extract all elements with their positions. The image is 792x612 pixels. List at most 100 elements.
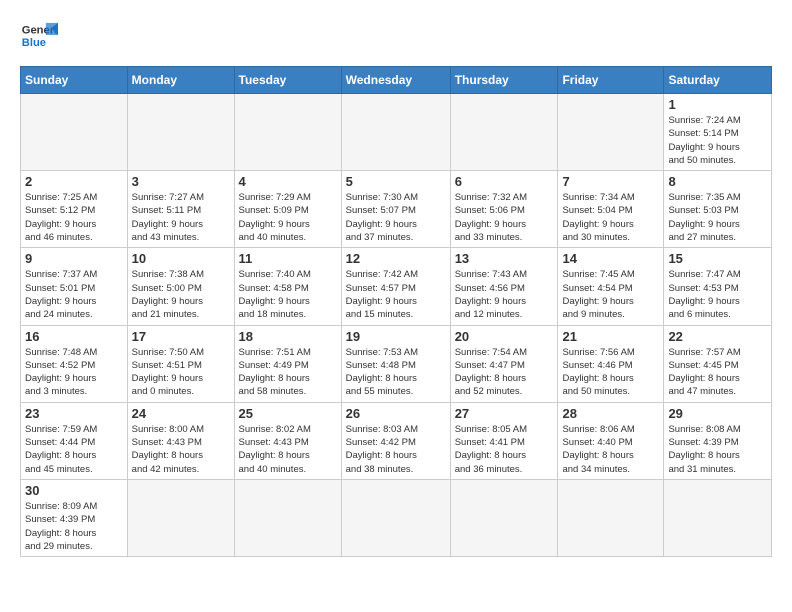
weekday-header-wednesday: Wednesday <box>341 67 450 94</box>
calendar-cell: 18Sunrise: 7:51 AM Sunset: 4:49 PM Dayli… <box>234 325 341 402</box>
day-number: 2 <box>25 174 123 189</box>
calendar-cell <box>341 479 450 556</box>
day-number: 11 <box>239 251 337 266</box>
day-number: 8 <box>668 174 767 189</box>
calendar-cell: 1 Sunrise: 7:24 AM Sunset: 5:14 PM Daylig… <box>664 94 772 171</box>
day-number: 16 <box>25 329 123 344</box>
week-row-6: 30 Sunrise: 8:09 AM Sunset: 4:39 PM Dayli… <box>21 479 772 556</box>
day-info: Sunrise: 8:02 AM Sunset: 4:43 PM Dayligh… <box>239 423 337 476</box>
day-info: Sunrise: 8:08 AM Sunset: 4:39 PM Dayligh… <box>668 423 767 476</box>
calendar-cell <box>21 94 128 171</box>
calendar-cell: 24Sunrise: 8:00 AM Sunset: 4:43 PM Dayli… <box>127 402 234 479</box>
day-number: 22 <box>668 329 767 344</box>
day-info: Sunrise: 7:42 AM Sunset: 4:57 PM Dayligh… <box>346 268 446 321</box>
header: General Blue <box>20 16 772 54</box>
weekday-header-friday: Friday <box>558 67 664 94</box>
calendar-cell: 17Sunrise: 7:50 AM Sunset: 4:51 PM Dayli… <box>127 325 234 402</box>
calendar-cell: 11 Sunrise: 7:40 AM Sunset: 4:58 PM Dayli… <box>234 248 341 325</box>
calendar-cell: 20Sunrise: 7:54 AM Sunset: 4:47 PM Dayli… <box>450 325 558 402</box>
calendar-cell <box>234 479 341 556</box>
calendar-table: SundayMondayTuesdayWednesdayThursdayFrid… <box>20 66 772 557</box>
day-number: 9 <box>25 251 123 266</box>
calendar-cell: 15 Sunrise: 7:47 AM Sunset: 4:53 PM Dayli… <box>664 248 772 325</box>
calendar-cell: 27 Sunrise: 8:05 AM Sunset: 4:41 PM Dayli… <box>450 402 558 479</box>
day-number: 12 <box>346 251 446 266</box>
day-number: 29 <box>668 406 767 421</box>
day-number: 21 <box>562 329 659 344</box>
day-number: 7 <box>562 174 659 189</box>
calendar-cell: 30 Sunrise: 8:09 AM Sunset: 4:39 PM Dayli… <box>21 479 128 556</box>
week-row-4: 16 Sunrise: 7:48 AM Sunset: 4:52 PM Dayli… <box>21 325 772 402</box>
day-number: 13 <box>455 251 554 266</box>
calendar-cell <box>127 94 234 171</box>
day-number: 30 <box>25 483 123 498</box>
weekday-header-sunday: Sunday <box>21 67 128 94</box>
calendar-cell <box>127 479 234 556</box>
day-info: Sunrise: 8:00 AM Sunset: 4:43 PM Dayligh… <box>132 423 230 476</box>
day-number: 6 <box>455 174 554 189</box>
calendar-cell <box>558 94 664 171</box>
day-number: 15 <box>668 251 767 266</box>
day-number: 19 <box>346 329 446 344</box>
day-info: Sunrise: 7:35 AM Sunset: 5:03 PM Dayligh… <box>668 191 767 244</box>
day-info: Sunrise: 7:29 AM Sunset: 5:09 PM Dayligh… <box>239 191 337 244</box>
logo-icon: General Blue <box>20 16 58 54</box>
calendar-cell <box>450 479 558 556</box>
day-number: 26 <box>346 406 446 421</box>
calendar-cell: 9Sunrise: 7:37 AM Sunset: 5:01 PM Daylig… <box>21 248 128 325</box>
day-info: Sunrise: 7:47 AM Sunset: 4:53 PM Dayligh… <box>668 268 767 321</box>
calendar-cell: 19Sunrise: 7:53 AM Sunset: 4:48 PM Dayli… <box>341 325 450 402</box>
calendar-cell: 2 Sunrise: 7:25 AM Sunset: 5:12 PM Daylig… <box>21 171 128 248</box>
day-number: 20 <box>455 329 554 344</box>
day-number: 3 <box>132 174 230 189</box>
day-info: Sunrise: 7:40 AM Sunset: 4:58 PM Dayligh… <box>239 268 337 321</box>
calendar-cell: 7 Sunrise: 7:34 AM Sunset: 5:04 PM Daylig… <box>558 171 664 248</box>
day-number: 4 <box>239 174 337 189</box>
calendar-cell: 8 Sunrise: 7:35 AM Sunset: 5:03 PM Daylig… <box>664 171 772 248</box>
weekday-header-row: SundayMondayTuesdayWednesdayThursdayFrid… <box>21 67 772 94</box>
day-number: 1 <box>668 97 767 112</box>
calendar-cell <box>234 94 341 171</box>
day-info: Sunrise: 7:24 AM Sunset: 5:14 PM Dayligh… <box>668 114 767 167</box>
calendar-cell: 22Sunrise: 7:57 AM Sunset: 4:45 PM Dayli… <box>664 325 772 402</box>
calendar-cell: 6 Sunrise: 7:32 AM Sunset: 5:06 PM Daylig… <box>450 171 558 248</box>
calendar-cell: 13 Sunrise: 7:43 AM Sunset: 4:56 PM Dayli… <box>450 248 558 325</box>
day-info: Sunrise: 7:34 AM Sunset: 5:04 PM Dayligh… <box>562 191 659 244</box>
weekday-header-saturday: Saturday <box>664 67 772 94</box>
calendar-cell: 23Sunrise: 7:59 AM Sunset: 4:44 PM Dayli… <box>21 402 128 479</box>
calendar-cell: 21Sunrise: 7:56 AM Sunset: 4:46 PM Dayli… <box>558 325 664 402</box>
day-info: Sunrise: 8:05 AM Sunset: 4:41 PM Dayligh… <box>455 423 554 476</box>
calendar-cell: 14 Sunrise: 7:45 AM Sunset: 4:54 PM Dayli… <box>558 248 664 325</box>
day-number: 5 <box>346 174 446 189</box>
calendar-cell <box>664 479 772 556</box>
day-number: 25 <box>239 406 337 421</box>
day-info: Sunrise: 7:59 AM Sunset: 4:44 PM Dayligh… <box>25 423 123 476</box>
day-info: Sunrise: 8:06 AM Sunset: 4:40 PM Dayligh… <box>562 423 659 476</box>
week-row-2: 2 Sunrise: 7:25 AM Sunset: 5:12 PM Daylig… <box>21 171 772 248</box>
calendar-cell: 10Sunrise: 7:38 AM Sunset: 5:00 PM Dayli… <box>127 248 234 325</box>
svg-text:Blue: Blue <box>22 37 46 49</box>
day-number: 14 <box>562 251 659 266</box>
calendar-cell: 4 Sunrise: 7:29 AM Sunset: 5:09 PM Daylig… <box>234 171 341 248</box>
calendar-cell: 16 Sunrise: 7:48 AM Sunset: 4:52 PM Dayli… <box>21 325 128 402</box>
day-info: Sunrise: 7:38 AM Sunset: 5:00 PM Dayligh… <box>132 268 230 321</box>
day-number: 17 <box>132 329 230 344</box>
calendar-cell <box>558 479 664 556</box>
day-info: Sunrise: 7:43 AM Sunset: 4:56 PM Dayligh… <box>455 268 554 321</box>
day-info: Sunrise: 7:25 AM Sunset: 5:12 PM Dayligh… <box>25 191 123 244</box>
week-row-5: 23Sunrise: 7:59 AM Sunset: 4:44 PM Dayli… <box>21 402 772 479</box>
day-number: 27 <box>455 406 554 421</box>
calendar-cell: 5Sunrise: 7:30 AM Sunset: 5:07 PM Daylig… <box>341 171 450 248</box>
day-info: Sunrise: 8:09 AM Sunset: 4:39 PM Dayligh… <box>25 500 123 553</box>
day-info: Sunrise: 7:32 AM Sunset: 5:06 PM Dayligh… <box>455 191 554 244</box>
day-info: Sunrise: 7:48 AM Sunset: 4:52 PM Dayligh… <box>25 346 123 399</box>
day-info: Sunrise: 7:45 AM Sunset: 4:54 PM Dayligh… <box>562 268 659 321</box>
weekday-header-tuesday: Tuesday <box>234 67 341 94</box>
day-info: Sunrise: 7:27 AM Sunset: 5:11 PM Dayligh… <box>132 191 230 244</box>
day-info: Sunrise: 7:51 AM Sunset: 4:49 PM Dayligh… <box>239 346 337 399</box>
calendar-cell <box>341 94 450 171</box>
day-number: 28 <box>562 406 659 421</box>
logo: General Blue <box>20 16 58 54</box>
calendar-cell <box>450 94 558 171</box>
day-info: Sunrise: 8:03 AM Sunset: 4:42 PM Dayligh… <box>346 423 446 476</box>
